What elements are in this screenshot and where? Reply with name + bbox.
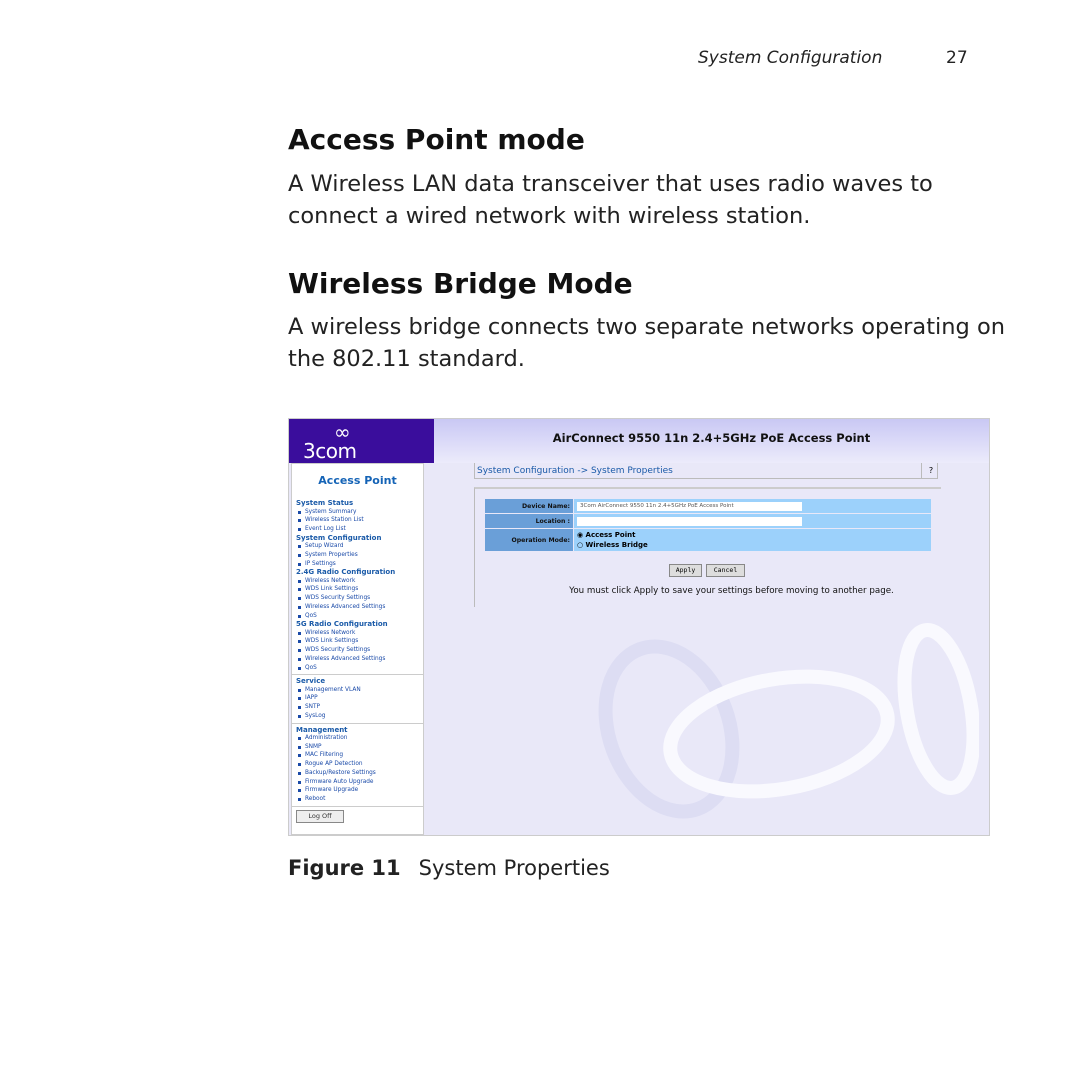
sidebar-item[interactable]: QoS (296, 664, 419, 673)
location-input[interactable] (577, 516, 802, 526)
sidebar-item[interactable]: Wireless Station List (296, 516, 419, 525)
sidebar-item[interactable]: SNMP (296, 743, 419, 752)
sidebar-section: System Status (296, 499, 354, 507)
paragraph-access-point: A Wireless LAN data transceiver that use… (288, 171, 933, 229)
sidebar-item[interactable]: Event Log List (296, 525, 419, 534)
brand-logo: ∞ 3com (289, 419, 434, 463)
divider (292, 805, 423, 807)
sidebar-item[interactable]: WDS Link Settings (296, 585, 419, 594)
sidebar-section: Management (296, 725, 348, 734)
radio-access-point[interactable]: ◉ Access Point (577, 530, 928, 540)
sidebar-item[interactable]: Reboot (296, 795, 419, 804)
sidebar-item[interactable]: WDS Security Settings (296, 594, 419, 603)
sidebar-item[interactable]: IAPP (296, 694, 419, 703)
radio-label: Wireless Bridge (585, 541, 648, 549)
figure-title: System Properties (418, 856, 610, 880)
radio-label: Access Point (585, 531, 636, 539)
sidebar-item[interactable]: Backup/Restore Settings (296, 769, 419, 778)
sidebar-section: Service (296, 677, 326, 686)
divider (292, 722, 423, 724)
sidebar-item[interactable]: Setup Wizard (296, 542, 419, 551)
device-name-label: Device Name: (484, 498, 574, 514)
sidebar-item[interactable]: Administration (296, 734, 419, 743)
sidebar-item[interactable]: Wireless Network (296, 577, 419, 586)
sidebar-item[interactable]: WDS Link Settings (296, 637, 419, 646)
cancel-button[interactable]: Cancel (706, 564, 745, 577)
paragraph-wireless-bridge: A wireless bridge connects two separate … (288, 314, 1006, 372)
sidebar-section: 2.4G Radio Configuration (296, 568, 396, 577)
breadcrumb: System Configuration -> System Propertie… (474, 463, 938, 479)
sidebar-item[interactable]: Firmware Upgrade (296, 786, 419, 795)
page-number: 27 (946, 48, 968, 68)
sidebar-item[interactable]: WDS Security Settings (296, 646, 419, 655)
sidebar-item[interactable]: Wireless Network (296, 629, 419, 638)
app-header: AirConnect 9550 11n 2.4+5GHz PoE Access … (434, 419, 989, 463)
sidebar-item[interactable]: QoS (296, 612, 419, 621)
sidebar: Access Point System Status System Summary W… (291, 463, 424, 835)
location-label: Location : (484, 513, 574, 529)
sidebar-item[interactable]: Wireless Advanced Settings (296, 603, 419, 612)
sidebar-item[interactable]: Management VLAN (296, 686, 419, 695)
sidebar-section: System Configuration (296, 533, 382, 542)
sidebar-title: Access Point (318, 474, 397, 487)
logoff-button[interactable]: Log Off (296, 809, 344, 823)
sidebar-item[interactable]: Wireless Advanced Settings (296, 655, 419, 664)
operation-mode-label: Operation Mode: (484, 528, 574, 552)
device-name-input[interactable]: 3Com AirConnect 9550 11n 2.4+5GHz PoE Ac… (577, 501, 802, 511)
sidebar-item[interactable]: System Summary (296, 508, 419, 517)
apply-note: You must click Apply to save your settin… (569, 586, 894, 596)
rings-graphic-icon (598, 623, 979, 819)
radio-wireless-bridge[interactable]: ○ Wireless Bridge (577, 540, 928, 550)
sidebar-item[interactable]: SNTP (296, 703, 419, 712)
heading-access-point: Access Point mode (288, 123, 585, 156)
sidebar-item[interactable]: IP Settings (296, 560, 419, 569)
divider (292, 674, 423, 676)
sidebar-item[interactable]: Rogue AP Detection (296, 760, 419, 769)
running-header: System Configuration (698, 48, 883, 68)
apply-button[interactable]: Apply (669, 564, 702, 577)
figure-label: Figure 11 (288, 856, 401, 880)
sidebar-section: 5G Radio Configuration (296, 620, 388, 629)
figure-screenshot: ∞ 3com AirConnect 9550 11n 2.4+5GHz PoE … (288, 418, 990, 836)
brand-name: 3com (303, 439, 357, 463)
figure-caption: Figure 11 System Properties (288, 856, 610, 880)
heading-wireless-bridge: Wireless Bridge Mode (288, 267, 633, 300)
help-button[interactable]: ? (921, 463, 940, 479)
sidebar-item[interactable]: Firmware Auto Upgrade (296, 778, 419, 787)
properties-form: Device Name: 3Com AirConnect 9550 11n 2.… (484, 498, 932, 552)
sidebar-item[interactable]: System Properties (296, 551, 419, 560)
sidebar-item[interactable]: MAC Filtering (296, 751, 419, 760)
sidebar-item[interactable]: SysLog (296, 712, 419, 721)
app-title: AirConnect 9550 11n 2.4+5GHz PoE Access … (552, 431, 871, 445)
